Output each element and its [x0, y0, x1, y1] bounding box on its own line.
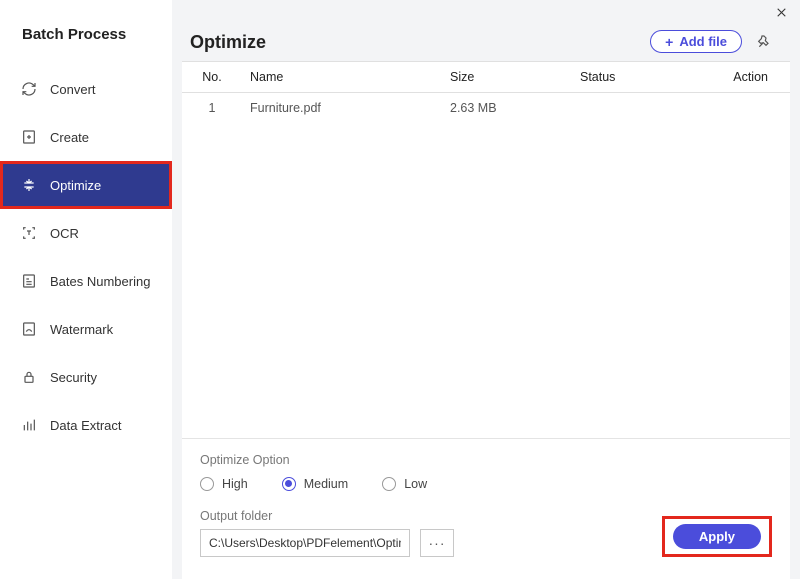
output-folder-label: Output folder: [200, 509, 454, 523]
add-file-button[interactable]: + Add file: [650, 30, 742, 53]
col-header-no: No.: [182, 70, 242, 84]
sidebar-item-security[interactable]: Security: [0, 353, 172, 401]
close-icon[interactable]: [775, 6, 788, 19]
sidebar-item-bates[interactable]: Bates Numbering: [0, 257, 172, 305]
col-header-action: Action: [682, 70, 790, 84]
sidebar-item-label: Optimize: [50, 178, 101, 193]
watermark-icon: [20, 320, 38, 338]
output-folder-input[interactable]: [200, 529, 410, 557]
radio-circle-icon: [282, 477, 296, 491]
bates-icon: [20, 272, 38, 290]
sidebar-item-label: Bates Numbering: [50, 274, 150, 289]
col-header-name: Name: [242, 70, 442, 84]
sidebar-item-optimize[interactable]: Optimize: [0, 161, 172, 209]
optimize-icon: [20, 176, 38, 194]
output-left: Output folder ···: [200, 509, 454, 557]
sidebar-item-label: Data Extract: [50, 418, 122, 433]
sidebar-item-label: Watermark: [50, 322, 113, 337]
output-controls: ···: [200, 529, 454, 557]
sidebar: Batch Process Convert Create Optimize OC…: [0, 0, 172, 579]
optimize-option-label: Optimize Option: [200, 453, 772, 467]
bottom-panel: Optimize Option High Medium Low Output f…: [182, 438, 790, 579]
radio-label: High: [222, 477, 248, 491]
lock-icon: [20, 368, 38, 386]
sidebar-item-convert[interactable]: Convert: [0, 65, 172, 113]
page-title: Optimize: [190, 32, 266, 53]
output-row: Output folder ··· Apply: [200, 509, 772, 557]
cell-size: 2.63 MB: [442, 101, 572, 115]
sidebar-item-ocr[interactable]: OCR: [0, 209, 172, 257]
main-header: Optimize + Add file: [172, 0, 800, 61]
create-icon: [20, 128, 38, 146]
radio-label: Low: [404, 477, 427, 491]
sidebar-item-label: Security: [50, 370, 97, 385]
main-panel: Optimize + Add file No. Name Size Status…: [172, 0, 800, 579]
radio-circle-icon: [200, 477, 214, 491]
sidebar-item-label: OCR: [50, 226, 79, 241]
sidebar-item-label: Create: [50, 130, 89, 145]
optimize-options: High Medium Low: [200, 477, 772, 491]
radio-high[interactable]: High: [200, 477, 248, 491]
header-actions: + Add file: [650, 30, 772, 53]
sidebar-title: Batch Process: [0, 0, 172, 65]
app-root: Batch Process Convert Create Optimize OC…: [0, 0, 800, 579]
apply-button[interactable]: Apply: [673, 524, 761, 549]
apply-highlight: Apply: [662, 516, 772, 557]
col-header-status: Status: [572, 70, 682, 84]
browse-button[interactable]: ···: [420, 529, 454, 557]
table-row[interactable]: 1 Furniture.pdf 2.63 MB: [182, 93, 790, 123]
radio-medium[interactable]: Medium: [282, 477, 348, 491]
sidebar-item-data-extract[interactable]: Data Extract: [0, 401, 172, 449]
sidebar-item-label: Convert: [50, 82, 96, 97]
sidebar-item-watermark[interactable]: Watermark: [0, 305, 172, 353]
cell-name: Furniture.pdf: [242, 101, 442, 115]
ocr-icon: [20, 224, 38, 242]
table-header: No. Name Size Status Action: [182, 61, 790, 93]
topbar: [775, 6, 788, 19]
table-body: 1 Furniture.pdf 2.63 MB: [182, 93, 790, 438]
plus-icon: +: [665, 35, 673, 49]
col-header-size: Size: [442, 70, 572, 84]
radio-low[interactable]: Low: [382, 477, 427, 491]
radio-circle-icon: [382, 477, 396, 491]
convert-icon: [20, 80, 38, 98]
radio-label: Medium: [304, 477, 348, 491]
sidebar-item-create[interactable]: Create: [0, 113, 172, 161]
file-table: No. Name Size Status Action 1 Furniture.…: [182, 61, 790, 438]
pin-icon[interactable]: [756, 34, 772, 50]
add-file-label: Add file: [679, 34, 727, 49]
data-extract-icon: [20, 416, 38, 434]
cell-no: 1: [182, 101, 242, 115]
